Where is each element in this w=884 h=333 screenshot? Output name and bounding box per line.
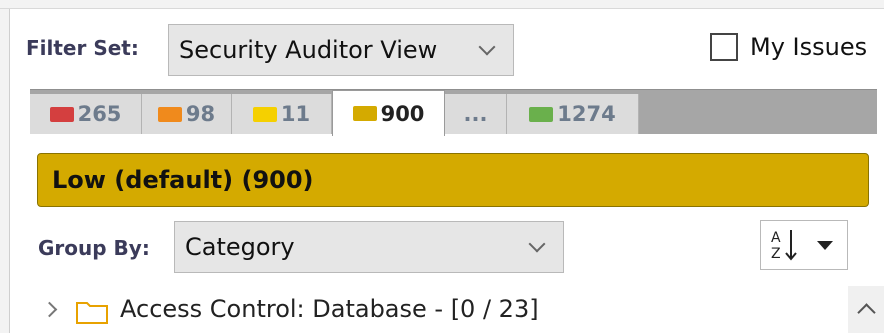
tree-row[interactable]: Access Control: Database - [0 / 23] — [30, 286, 884, 333]
window-top-border — [0, 0, 884, 9]
my-issues-toggle[interactable]: My Issues — [710, 33, 867, 61]
chevron-down-icon — [528, 235, 546, 253]
severity-banner: Low (default) (900) — [37, 153, 869, 207]
scroll-up-button[interactable] — [848, 286, 884, 333]
chevron-down-icon — [478, 38, 496, 56]
medium-swatch — [252, 106, 277, 122]
severity-banner-text: Low (default) (900) — [52, 166, 314, 194]
filter-set-label: Filter Set: — [26, 36, 139, 60]
group-by-dropdown[interactable]: Category — [174, 221, 564, 273]
tab-count: ... — [463, 102, 488, 126]
group-by-value: Category — [185, 233, 295, 261]
my-issues-checkbox[interactable] — [710, 33, 738, 61]
caret-down-icon — [817, 241, 833, 250]
filter-set-value: Security Auditor View — [179, 36, 438, 64]
tree-item-label: Access Control: Database - [0 / 23] — [120, 295, 539, 323]
folder-icon — [76, 302, 108, 324]
window-left-border — [0, 0, 10, 333]
svg-text:Z: Z — [771, 246, 781, 262]
chevron-right-icon[interactable] — [41, 301, 58, 318]
tab-count: 900 — [380, 101, 425, 126]
svg-text:A: A — [771, 230, 781, 246]
tab-critical[interactable]: 265 — [30, 94, 142, 134]
tab-all[interactable]: 1274 — [507, 94, 639, 134]
sort-az-icon: A Z — [771, 230, 797, 262]
tab-count: 265 — [77, 102, 122, 126]
tab-count: 11 — [280, 102, 311, 126]
tab-high[interactable]: 98 — [142, 94, 232, 134]
severity-tab-bar: 265 98 11 900 ... 1274 — [30, 89, 877, 136]
critical-swatch — [49, 106, 74, 122]
group-by-label: Group By: — [38, 236, 150, 260]
sort-button[interactable]: A Z — [760, 220, 848, 270]
all-swatch — [529, 106, 554, 122]
filter-set-dropdown[interactable]: Security Auditor View — [168, 24, 514, 76]
tab-count: 98 — [185, 102, 216, 126]
tab-low[interactable]: 900 — [332, 90, 445, 136]
chevron-up-icon — [857, 303, 876, 322]
low-swatch — [352, 106, 377, 121]
tab-count: 1274 — [557, 102, 616, 126]
tab-more[interactable]: ... — [445, 94, 507, 134]
my-issues-label: My Issues — [750, 33, 868, 61]
high-swatch — [157, 106, 182, 122]
tab-medium[interactable]: 11 — [232, 94, 332, 134]
